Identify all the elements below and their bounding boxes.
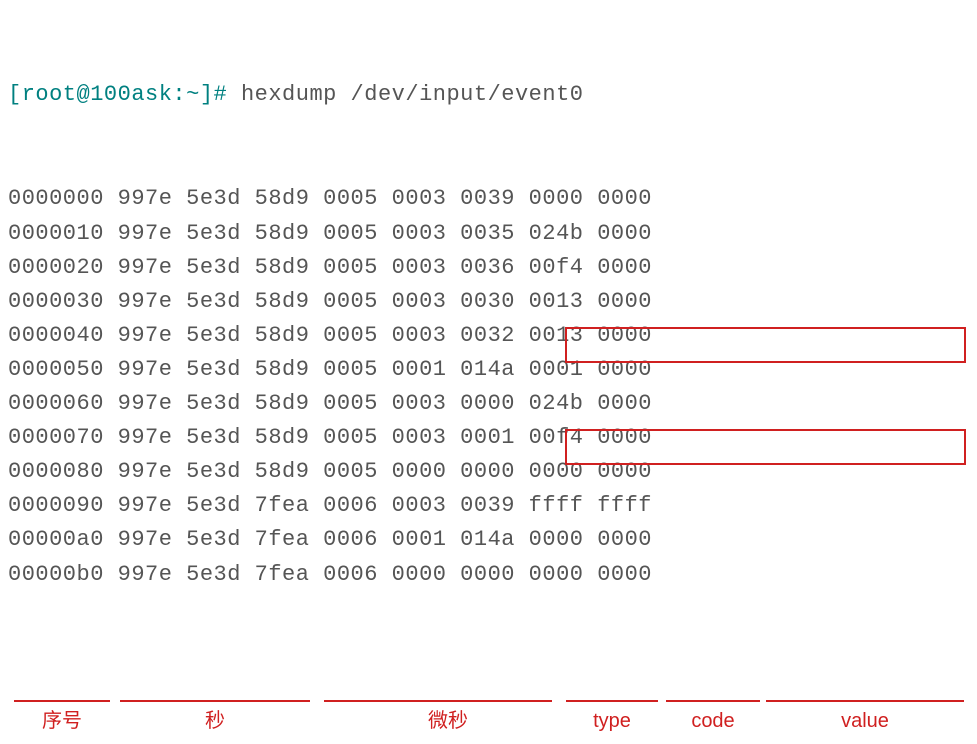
underline-value <box>766 700 964 702</box>
hexdump-body: 0000000 997e 5e3d 58d9 0005 0003 0039 00… <box>8 182 969 591</box>
hex-line: 0000030 997e 5e3d 58d9 0005 0003 0030 00… <box>8 285 969 319</box>
label-sec: 秒 <box>120 706 310 737</box>
label-type: type <box>566 706 658 737</box>
hex-line: 00000a0 997e 5e3d 7fea 0006 0001 014a 00… <box>8 523 969 557</box>
underline-offset <box>14 700 110 702</box>
column-labels: 序号 秒 微秒 type code value <box>8 700 969 734</box>
hex-line: 0000070 997e 5e3d 58d9 0005 0003 0001 00… <box>8 421 969 455</box>
terminal-output: [root@100ask:~]# hexdump /dev/input/even… <box>8 10 969 694</box>
underline-type <box>566 700 658 702</box>
command-text: hexdump /dev/input/event0 <box>241 82 584 107</box>
label-usec: 微秒 <box>344 706 552 737</box>
hex-line: 0000050 997e 5e3d 58d9 0005 0001 014a 00… <box>8 353 969 387</box>
underline-sec <box>120 700 310 702</box>
shell-prompt: [root@100ask:~]# <box>8 82 227 107</box>
hex-line: 0000000 997e 5e3d 58d9 0005 0003 0039 00… <box>8 182 969 216</box>
label-value: value <box>766 706 964 737</box>
hex-line: 0000080 997e 5e3d 58d9 0005 0000 0000 00… <box>8 455 969 489</box>
hex-line: 0000020 997e 5e3d 58d9 0005 0003 0036 00… <box>8 251 969 285</box>
hex-line: 0000040 997e 5e3d 58d9 0005 0003 0032 00… <box>8 319 969 353</box>
underline-usec <box>324 700 552 702</box>
label-code: code <box>666 706 760 737</box>
hex-line: 0000010 997e 5e3d 58d9 0005 0003 0035 02… <box>8 217 969 251</box>
hex-line: 0000090 997e 5e3d 7fea 0006 0003 0039 ff… <box>8 489 969 523</box>
hex-line: 0000060 997e 5e3d 58d9 0005 0003 0000 02… <box>8 387 969 421</box>
label-offset: 序号 <box>14 706 110 737</box>
hex-line: 00000b0 997e 5e3d 7fea 0006 0000 0000 00… <box>8 558 969 592</box>
prompt-line: [root@100ask:~]# hexdump /dev/input/even… <box>8 78 969 112</box>
underline-code <box>666 700 760 702</box>
